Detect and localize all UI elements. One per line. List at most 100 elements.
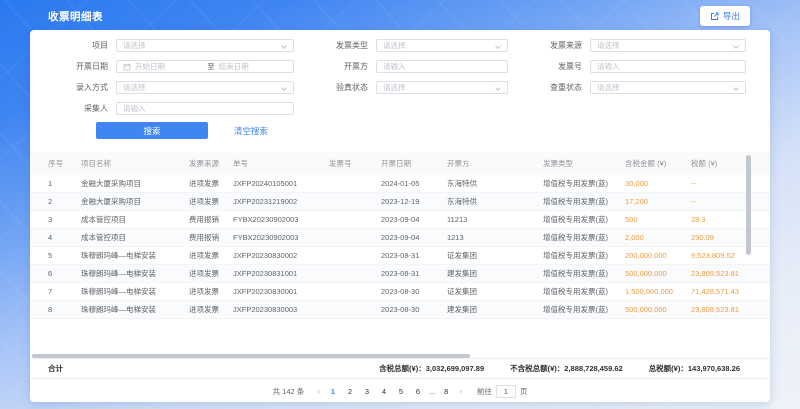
cell-tax: 23,809,523.81 [691,305,739,314]
invoice-type-select[interactable]: 请选择 [376,39,508,52]
cell-amount-incl: 17,200 [620,193,686,211]
cell-type: 增值税专用发票(蓝) [538,229,620,247]
cell-tax: 9,523,809.52 [691,251,735,260]
export-icon [710,12,719,21]
export-button[interactable]: 导出 [700,6,750,26]
cell-project: 珠穆朗玛峰—电梯安装 [76,247,184,265]
collector-label: 采集人 [48,103,108,114]
cell-issuer: 建发集团 [442,265,538,283]
project-select[interactable]: 请选择 [116,39,294,52]
col-type: 发票类型 [538,152,620,175]
col-project: 项目名称 [76,152,184,175]
issuer-input[interactable] [383,62,501,71]
invoice-table-wrap: 序号 项目名称 发票来源 单号 发票号 开票日期 开票方 发票类型 含税金额 (… [30,152,770,319]
filter-verify-status: 验真状态 请选择 [308,81,508,94]
cell-invoice-no [324,301,376,319]
filter-entry-method: 录入方式 请选择 [48,81,294,94]
search-button[interactable]: 搜索 [96,122,208,139]
col-order-no: 单号 [228,152,324,175]
cell-amount-incl: 500,000,000 [620,265,686,283]
cell-no: 2 [30,193,76,211]
calendar-icon [123,63,131,71]
filter-invoice-no: 发票号 [522,60,746,73]
cell-order-no: JXFP20231219002 [228,193,324,211]
invoice-table: 序号 项目名称 发票来源 单号 发票号 开票日期 开票方 发票类型 含税金额 (… [30,152,770,319]
cell-type: 增值税专用发票(蓝) [538,265,620,283]
page-number-3[interactable]: 3 [361,387,373,396]
invoice-no-input[interactable] [597,62,739,71]
verify-status-select[interactable]: 请选择 [376,81,508,94]
summary-excl-value: 2,888,728,459.62 [564,364,622,373]
cell-amount-incl: 200,000,000 [620,247,686,265]
next-page-icon[interactable]: › [457,387,464,396]
invoice-date-range-picker[interactable]: 开始日期 至 结束日期 [116,60,294,73]
chevron-down-icon [495,85,501,91]
cell-invoice-no [324,211,376,229]
invoice-date-label: 开票日期 [48,61,108,72]
end-date-placeholder: 结束日期 [219,61,287,72]
cell-date: 2023-09-04 [376,211,442,229]
cell-source: 费用报销 [184,229,228,247]
cell-no: 1 [30,175,76,193]
cell-type: 增值税专用发票(蓝) [538,247,620,265]
cell-issuer: 证发集团 [442,247,538,265]
invoice-type-label: 发票类型 [308,40,368,51]
export-button-label: 导出 [723,10,740,22]
cell-no: 4 [30,229,76,247]
cell-amount-incl: 1,500,000,000 [620,283,686,301]
cell-order-no: JXFP20230830001 [228,283,324,301]
cell-invoice-no [324,229,376,247]
cell-type: 增值税专用发票(蓝) [538,283,620,301]
cell-tax: 23,809,523.81 [691,269,739,278]
page-number-5[interactable]: 5 [395,387,407,396]
dup-check-status-select[interactable]: 请选择 [590,81,746,94]
cell-issuer: 东海特供 [442,193,538,211]
cell-issuer: 东海特供 [442,175,538,193]
summary-tax-label: 总税额(¥)： [649,364,688,373]
prev-page-icon[interactable]: ‹ [315,387,322,396]
invoice-source-placeholder: 请选择 [597,40,620,51]
cell-type: 增值税专用发票(蓝) [538,193,620,211]
goto-page-input[interactable] [496,385,516,398]
chevron-down-icon [281,85,287,91]
cell-tax: -- [691,197,696,206]
cell-source: 进项发票 [184,247,228,265]
table-row: 2 金融大厦采购项目 进项发票 JXFP20231219002 2023-12-… [30,193,770,211]
cell-date: 2023-08-30 [376,301,442,319]
issuer-input-wrap [376,60,508,73]
project-placeholder: 请选择 [123,40,146,51]
cell-order-no: JXFP20230830003 [228,301,324,319]
cell-date: 2023-08-31 [376,265,442,283]
cell-date: 2023-09-04 [376,229,442,247]
filter-invoice-date: 开票日期 开始日期 至 结束日期 [48,60,294,73]
page-number-4[interactable]: 4 [378,387,390,396]
table-row: 1 金融大厦采购项目 进项发票 JXFP20240105001 2024-01-… [30,175,770,193]
cell-tax: 71,428,571.43 [691,287,739,296]
cell-tax: -- [691,179,696,188]
col-tax: 税额 (¥) [686,152,770,175]
page-number-6[interactable]: 6 [412,387,424,396]
cell-source: 进项发票 [184,193,228,211]
collector-input-wrap [116,102,294,115]
cell-invoice-no [324,175,376,193]
cell-amount-incl: 500 [620,211,686,229]
cell-no: 8 [30,301,76,319]
cell-project: 成本管控项目 [76,211,184,229]
cell-invoice-no [324,265,376,283]
col-source: 发票来源 [184,152,228,175]
cell-type: 增值税专用发票(蓝) [538,301,620,319]
invoice-source-select[interactable]: 请选择 [590,39,746,52]
summary-incl: 含税总额(¥)：3,032,699,097.89 [379,363,484,374]
page-number-8[interactable]: 8 [440,387,452,396]
collector-input[interactable] [123,104,287,113]
cell-order-no: FYBX20230902003 [228,229,324,247]
clear-search-button[interactable]: 清空搜索 [234,125,268,137]
top-bar: 收票明细表 导出 [0,0,800,30]
page-number-2[interactable]: 2 [344,387,356,396]
summary-excl: 不含税总额(¥)：2,888,728,459.62 [510,363,623,374]
goto-label: 前往 [477,386,492,397]
page-number-1[interactable]: 1 [327,387,339,396]
vertical-scrollbar-thumb[interactable] [746,155,751,255]
table-row: 6 珠穆朗玛峰—电梯安装 进项发票 JXFP20230831001 2023-0… [30,265,770,283]
entry-method-select[interactable]: 请选择 [116,81,294,94]
